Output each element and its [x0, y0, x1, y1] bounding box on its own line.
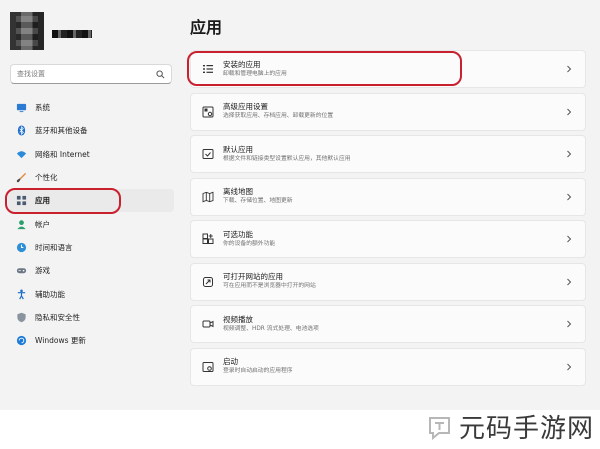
card-subtitle: 选择获取应用、存档应用、卸载更新的位置	[223, 113, 334, 119]
sidebar-item-bluetooth[interactable]: 蓝牙和其他设备	[8, 119, 174, 142]
card-video-playback[interactable]: 视频播放 视频调整、HDR 流式处理、电池选项	[190, 305, 586, 343]
card-subtitle: 可在应用而不是浏览器中打开的网站	[223, 283, 316, 289]
sidebar-item-time-language[interactable]: 时间和语言	[8, 236, 174, 259]
shield-icon	[16, 312, 27, 323]
advanced-apps-icon	[202, 106, 214, 118]
search-placeholder: 查找设置	[17, 70, 45, 78]
sidebar-item-system[interactable]: 系统	[8, 96, 174, 119]
settings-card-list: 安装的应用 卸载和管理电脑上的应用 高级应用设置 选择获取应用、存档应用、卸载更…	[190, 50, 586, 390]
globe-clock-icon	[16, 242, 27, 253]
chevron-right-icon	[567, 65, 572, 73]
card-title: 启动	[223, 357, 238, 366]
video-playback-icon	[202, 318, 214, 330]
settings-window: 查找设置 系统 蓝牙和其他设备 网络和 Internet 个性化 应用 帐户 时…	[0, 0, 600, 410]
card-title: 视频播放	[223, 314, 253, 324]
chevron-right-icon	[567, 235, 572, 243]
system-icon	[16, 102, 27, 113]
card-subtitle: 视频调整、HDR 流式处理、电池选项	[223, 325, 319, 332]
chevron-right-icon	[567, 150, 572, 158]
startup-icon	[202, 361, 214, 373]
windows-update-icon	[16, 335, 27, 346]
card-default-apps[interactable]: 默认应用 根据文件和链接类型设置默认应用，其他默认应用	[190, 135, 586, 173]
card-title: 可选功能	[223, 229, 253, 239]
sidebar-item-accounts[interactable]: 帐户	[8, 212, 174, 235]
avatar[interactable]	[10, 12, 44, 50]
card-subtitle: 下载、存储位置、地图更新	[223, 198, 293, 204]
search-icon	[156, 69, 165, 78]
sidebar-item-personalization[interactable]: 个性化	[8, 166, 174, 189]
search-box[interactable]: 查找设置	[10, 64, 172, 84]
brush-icon	[16, 172, 27, 183]
sidebar-item-windows-update[interactable]: Windows 更新	[8, 329, 174, 352]
gamepad-icon	[16, 265, 27, 276]
accessibility-icon	[16, 289, 27, 300]
sidebar: 系统 蓝牙和其他设备 网络和 Internet 个性化 应用 帐户 时间和语言 …	[8, 96, 174, 352]
sidebar-item-privacy[interactable]: 隐私和安全性	[8, 306, 174, 329]
chevron-right-icon	[567, 278, 572, 285]
sidebar-item-gaming[interactable]: 游戏	[8, 259, 174, 282]
card-title: 默认应用	[223, 144, 253, 154]
chevron-right-icon	[567, 320, 572, 328]
card-subtitle: 根据文件和链接类型设置默认应用，其他默认应用	[223, 155, 351, 162]
chevron-right-icon	[567, 193, 572, 200]
card-optional-features[interactable]: 可选功能 你的设备的额外功能	[190, 220, 586, 258]
card-offline-maps[interactable]: 离线地图 下载、存储位置、地图更新	[190, 177, 586, 216]
card-title: 离线地图	[223, 187, 253, 196]
watermark: 元码手游网	[427, 408, 594, 445]
watermark-logo-icon	[428, 416, 450, 440]
card-apps-for-websites[interactable]: 可打开网站的应用 可在应用而不是浏览器中打开的网站	[190, 262, 586, 301]
apps-for-websites-icon	[202, 276, 214, 288]
sidebar-apps-highlight-annotation	[5, 188, 121, 214]
bluetooth-icon	[16, 125, 27, 136]
page-title: 应用	[190, 18, 223, 37]
card-title: 可打开网站的应用	[223, 272, 283, 281]
installed-apps-highlight-annotation	[187, 51, 462, 86]
card-subtitle: 登录时自动启动的应用程序	[223, 368, 293, 374]
card-startup[interactable]: 启动 登录时自动启动的应用程序	[190, 347, 586, 386]
profile-name-blurred	[52, 30, 92, 38]
default-apps-icon	[202, 148, 214, 160]
card-advanced-app-settings[interactable]: 高级应用设置 选择获取应用、存档应用、卸载更新的位置	[190, 92, 586, 131]
card-subtitle: 你的设备的额外功能	[223, 240, 276, 247]
watermark-text: 元码手游网	[458, 414, 594, 444]
card-title: 高级应用设置	[223, 102, 268, 111]
sidebar-item-accessibility[interactable]: 辅助功能	[8, 282, 174, 305]
chevron-right-icon	[567, 363, 572, 370]
optional-features-icon	[202, 233, 214, 245]
offline-maps-icon	[202, 191, 214, 203]
account-icon	[16, 219, 27, 230]
sidebar-item-network[interactable]: 网络和 Internet	[8, 143, 174, 166]
wifi-icon	[16, 149, 27, 160]
chevron-right-icon	[567, 108, 572, 115]
